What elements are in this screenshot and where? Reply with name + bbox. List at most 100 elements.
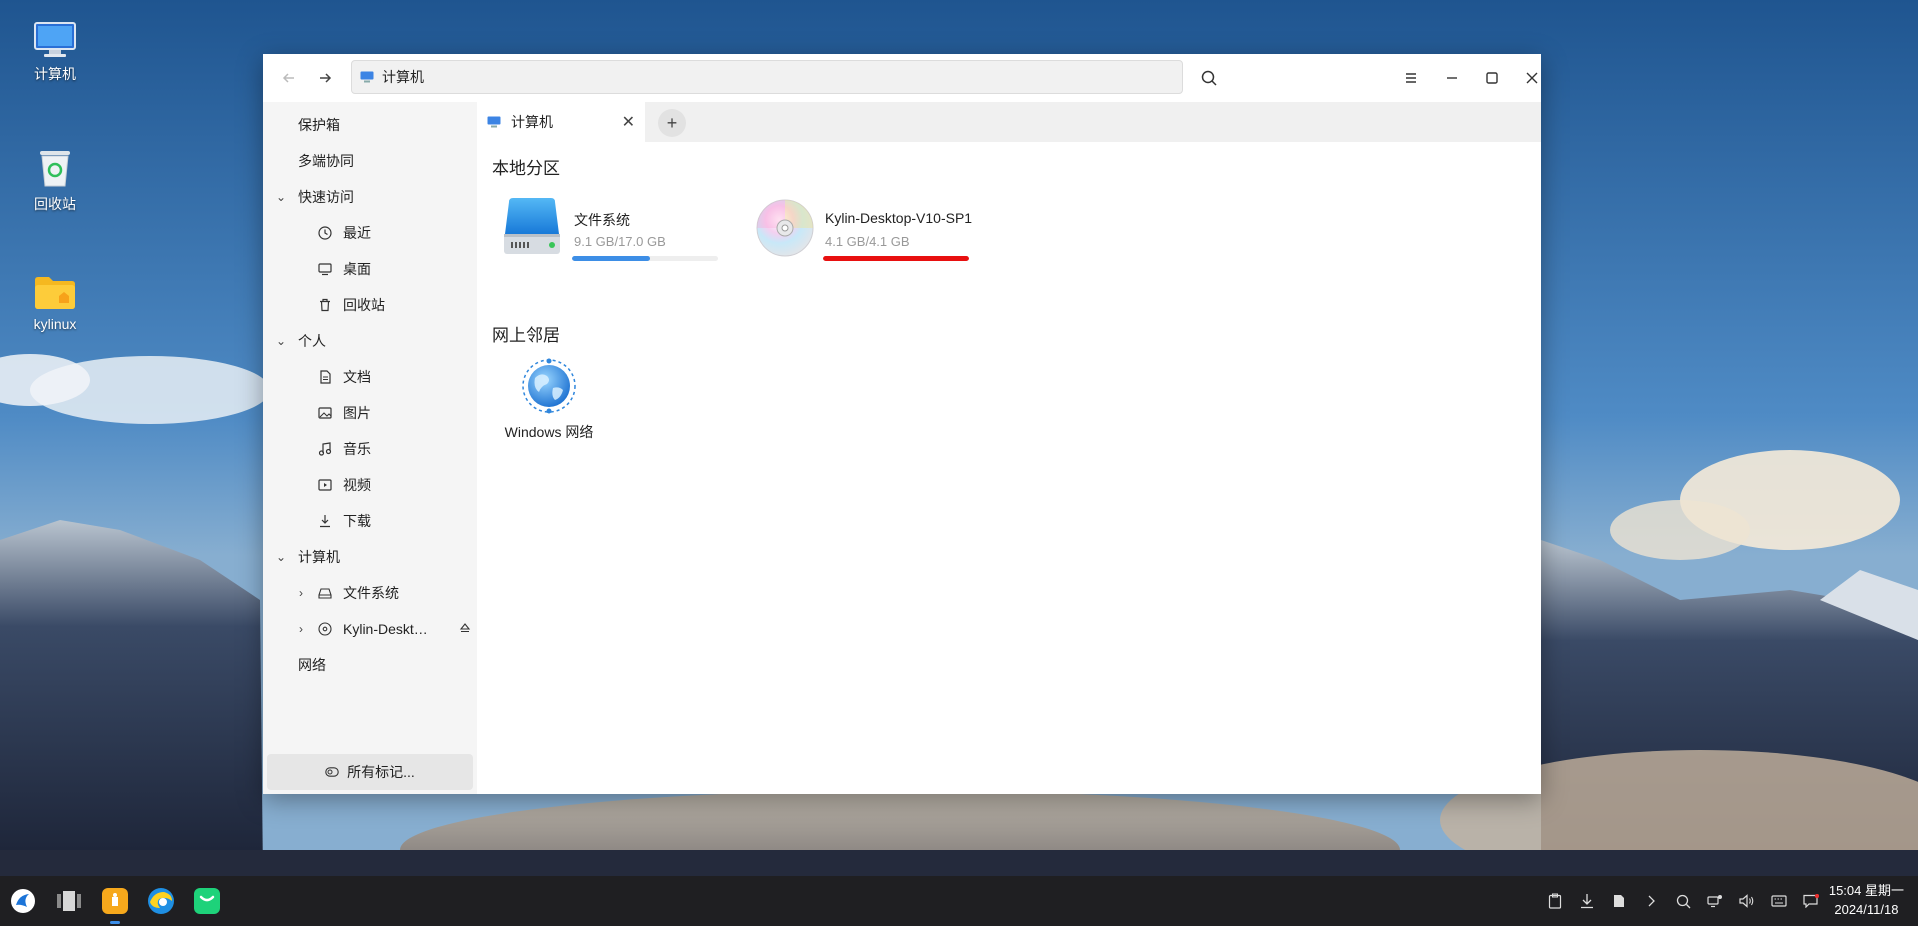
- chevron-right-icon[interactable]: ›: [293, 586, 309, 600]
- sidebar-item-label: 保护箱: [298, 117, 340, 133]
- sidebar-item-downloads[interactable]: 下载: [317, 506, 371, 536]
- sidebar-item-trash[interactable]: 回收站: [317, 290, 385, 320]
- file-manager-window: 计算机 保护箱 多端协同 ⌄ 快速访问 最近 桌面 回收站 ⌄ 个人 文档 图片…: [263, 54, 1541, 794]
- sidebar-item-label: 图片: [343, 405, 371, 421]
- close-button[interactable]: [1518, 64, 1546, 92]
- tray-notes[interactable]: [1609, 891, 1629, 911]
- note-icon: [1614, 895, 1624, 907]
- window-titlebar: 计算机: [263, 54, 1541, 102]
- menu-button[interactable]: [1397, 64, 1425, 92]
- desktop-icon-home-folder[interactable]: kylinux: [10, 274, 100, 332]
- minimize-button[interactable]: [1438, 64, 1466, 92]
- forward-button[interactable]: [313, 66, 337, 90]
- messenger-icon: [194, 888, 220, 914]
- tray-downloads[interactable]: [1577, 891, 1597, 911]
- section-title-network: 网上邻居: [492, 326, 560, 345]
- sidebar-item-label: 回收站: [343, 297, 385, 313]
- arrow-right-icon: [320, 73, 332, 83]
- computer-icon: [487, 116, 501, 128]
- video-icon: [317, 477, 333, 493]
- chevron-right-icon[interactable]: ›: [293, 622, 309, 636]
- search-icon: [1676, 894, 1690, 908]
- taskbar-app-file-manager[interactable]: [99, 885, 131, 917]
- desktop-icon-label: 回收站: [34, 196, 76, 212]
- address-bar[interactable]: 计算机: [351, 60, 1183, 94]
- tray-expand[interactable]: [1641, 891, 1661, 911]
- all-tags-button[interactable]: 所有标记...: [267, 754, 473, 790]
- sidebar-item-recent[interactable]: 最近: [317, 218, 371, 248]
- chevron-down-icon[interactable]: ⌄: [273, 334, 289, 348]
- arrow-left-icon: [282, 73, 294, 83]
- tab-computer[interactable]: 计算机 ✕: [477, 102, 645, 142]
- active-indicator: [110, 921, 120, 924]
- drive-usage-bar: [572, 256, 718, 261]
- drive-kylin-disc[interactable]: Kylin-Desktop-V10-SP1 4.1 GB/4.1 GB: [755, 192, 1015, 262]
- desktop-icon-trash[interactable]: 回收站: [10, 148, 100, 214]
- multitask-icon: [57, 891, 81, 911]
- sidebar-item-kylin-disc[interactable]: › Kylin-Deskt…: [293, 614, 471, 644]
- sidebar-item-label: 最近: [343, 225, 371, 241]
- start-menu-button[interactable]: [7, 885, 39, 917]
- taskbar-app-browser[interactable]: [145, 885, 177, 917]
- sidebar-item-label: 音乐: [343, 441, 371, 457]
- network-item-label: Windows 网络: [504, 424, 594, 440]
- tray-volume[interactable]: [1737, 891, 1757, 911]
- menu-icon: [1406, 73, 1416, 83]
- maximize-button[interactable]: [1478, 64, 1506, 92]
- tray-notifications[interactable]: [1801, 891, 1821, 911]
- sidebar-item-filesystem[interactable]: › 文件系统: [293, 578, 399, 608]
- search-button[interactable]: [1195, 64, 1223, 92]
- tab-close-icon[interactable]: ✕: [622, 112, 635, 132]
- maximize-icon: [1486, 72, 1498, 84]
- sidebar-item-label: 多端协同: [298, 153, 354, 169]
- tray-keyboard[interactable]: [1769, 891, 1789, 911]
- tray-clipboard[interactable]: [1545, 891, 1565, 911]
- desktop-icon-computer[interactable]: 计算机: [10, 22, 100, 84]
- clock-time: 15:04 星期一: [1828, 883, 1904, 898]
- sidebar-item-documents[interactable]: 文档: [317, 362, 371, 392]
- tag-icon: [325, 767, 339, 777]
- globe-icon: [522, 358, 576, 414]
- hard-drive-icon: [504, 198, 560, 254]
- tray-network[interactable]: [1705, 891, 1725, 911]
- folder-icon: [35, 277, 75, 309]
- browser-icon: [148, 888, 174, 914]
- sidebar-item-multidevice[interactable]: 多端协同: [298, 146, 354, 176]
- computer-icon: [360, 71, 374, 83]
- chevron-down-icon[interactable]: ⌄: [273, 190, 289, 204]
- sidebar-item-label: 网络: [298, 657, 326, 673]
- sidebar-item-pictures[interactable]: 图片: [317, 398, 371, 428]
- sidebar-group-computer[interactable]: ⌄ 计算机: [273, 542, 340, 572]
- computer-icon: [34, 22, 76, 57]
- section-title-local: 本地分区: [492, 159, 560, 178]
- multitask-view-button[interactable]: [53, 885, 85, 917]
- sidebar-item-vault[interactable]: 保护箱: [298, 110, 340, 140]
- back-button[interactable]: [277, 66, 301, 90]
- desktop-icon: [317, 261, 333, 277]
- taskbar: 15:04 星期一 2024/11/18: [0, 876, 1918, 926]
- sidebar-item-network[interactable]: 网络: [298, 650, 326, 680]
- chevron-right-icon: [1648, 895, 1655, 907]
- sidebar-group-personal[interactable]: ⌄ 个人: [273, 326, 326, 356]
- sidebar-item-label: 桌面: [343, 261, 371, 277]
- sidebar-item-desktop[interactable]: 桌面: [317, 254, 371, 284]
- taskbar-clock[interactable]: 15:04 星期一 2024/11/18: [1829, 881, 1904, 919]
- network-item-windows[interactable]: Windows 网络: [497, 358, 601, 442]
- taskbar-app-messenger[interactable]: [191, 885, 223, 917]
- new-tab-button[interactable]: +: [658, 109, 686, 137]
- sidebar-item-label: 文档: [343, 369, 371, 385]
- eject-icon[interactable]: [459, 621, 471, 637]
- plus-icon: +: [666, 112, 678, 133]
- tray-search[interactable]: [1673, 891, 1693, 911]
- sidebar-group-quick-access[interactable]: ⌄ 快速访问: [273, 182, 354, 212]
- tab-label: 计算机: [511, 114, 553, 130]
- sidebar-item-videos[interactable]: 视频: [317, 470, 371, 500]
- drive-filesystem[interactable]: 文件系统 9.1 GB/17.0 GB: [491, 192, 718, 262]
- file-manager-icon: [102, 888, 128, 914]
- drive-size: 4.1 GB/4.1 GB: [825, 234, 910, 249]
- chevron-down-icon[interactable]: ⌄: [273, 550, 289, 564]
- disc-icon: [317, 621, 333, 637]
- download-icon: [1581, 894, 1593, 909]
- sidebar-item-music[interactable]: 音乐: [317, 434, 371, 464]
- network-icon: [1707, 895, 1722, 908]
